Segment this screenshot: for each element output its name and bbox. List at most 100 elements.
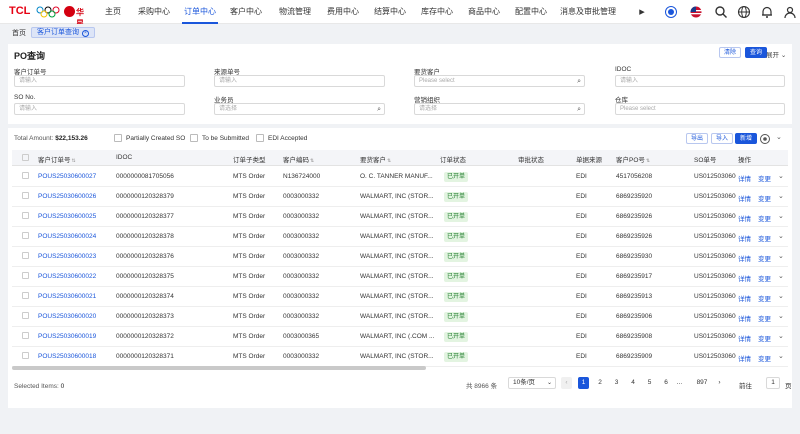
nav-item[interactable]: 结算中心: [370, 0, 410, 24]
bell-icon[interactable]: [760, 5, 774, 19]
prev-page-button[interactable]: ‹: [561, 377, 572, 389]
detail-link[interactable]: 详情: [738, 193, 751, 203]
order-number-link[interactable]: POUS25030600024: [38, 233, 96, 240]
table-header-cell[interactable]: IDOC: [116, 154, 132, 161]
logo-badge-icon[interactable]: [664, 5, 678, 19]
order-number-link[interactable]: POUS25030600022: [38, 273, 96, 280]
tab-po-query[interactable]: 客户订单查询 ×: [31, 27, 95, 38]
change-link[interactable]: 变更: [758, 173, 771, 183]
change-link[interactable]: 变更: [758, 353, 771, 363]
horizontal-scrollbar[interactable]: [12, 366, 426, 370]
nav-item[interactable]: 费用中心: [323, 0, 363, 24]
expand-row-icon[interactable]: ⌄: [778, 352, 784, 360]
change-link[interactable]: 变更: [758, 253, 771, 263]
order-number-link[interactable]: POUS25030600018: [38, 353, 96, 360]
order-number-link[interactable]: POUS25030600019: [38, 333, 96, 340]
row-checkbox[interactable]: [22, 192, 29, 199]
page-button[interactable]: 6: [661, 377, 672, 389]
sort-icon[interactable]: ⇅: [646, 158, 650, 164]
detail-link[interactable]: 详情: [738, 273, 751, 283]
expand-row-icon[interactable]: ⌄: [778, 172, 784, 180]
row-checkbox[interactable]: [22, 332, 29, 339]
row-checkbox[interactable]: [22, 292, 29, 299]
query-field-input[interactable]: 请输入: [14, 75, 185, 87]
change-link[interactable]: 变更: [758, 193, 771, 203]
change-link[interactable]: 变更: [758, 233, 771, 243]
to-be-submitted-checkbox[interactable]: [190, 134, 198, 142]
query-field-input[interactable]: 请选择 ⌕: [214, 103, 385, 115]
add-button[interactable]: 新增: [735, 133, 758, 144]
query-field-input[interactable]: 请输入: [14, 103, 185, 115]
expand-row-icon[interactable]: ⌄: [778, 292, 784, 300]
change-link[interactable]: 变更: [758, 293, 771, 303]
goto-page-input[interactable]: 1: [766, 377, 780, 389]
page-button[interactable]: 4: [628, 377, 639, 389]
order-number-link[interactable]: POUS25030600026: [38, 193, 96, 200]
search-icon[interactable]: [714, 5, 728, 19]
expand-row-icon[interactable]: ⌄: [778, 252, 784, 260]
pagination-ellipsis[interactable]: ...: [674, 377, 685, 389]
nav-more-icon[interactable]: ▸: [635, 5, 649, 19]
nav-item[interactable]: 物流管理: [275, 0, 315, 24]
nav-item[interactable]: 消息及审批管理: [558, 0, 618, 24]
nav-item[interactable]: 客户中心: [228, 0, 264, 24]
nav-item[interactable]: 采购中心: [134, 0, 174, 24]
nav-item[interactable]: 库存中心: [417, 0, 457, 24]
partial-created-checkbox[interactable]: [114, 134, 122, 142]
query-field-input[interactable]: 请选择 ⌕: [414, 103, 585, 115]
detail-link[interactable]: 详情: [738, 313, 751, 323]
close-icon[interactable]: ×: [82, 30, 89, 37]
detail-link[interactable]: 详情: [738, 173, 751, 183]
expand-row-icon[interactable]: ⌄: [778, 212, 784, 220]
detail-link[interactable]: 详情: [738, 253, 751, 263]
order-number-link[interactable]: POUS25030600023: [38, 253, 96, 260]
expand-row-icon[interactable]: ⌄: [778, 312, 784, 320]
expand-toggle[interactable]: 展开 ⌄: [766, 49, 786, 59]
select-all-checkbox[interactable]: [22, 154, 29, 161]
clear-button[interactable]: 清除: [719, 47, 742, 58]
row-checkbox[interactable]: [22, 252, 29, 259]
sort-icon[interactable]: ⇅: [310, 158, 314, 164]
settings-icon[interactable]: [759, 133, 771, 145]
query-field-input[interactable]: Please select: [615, 103, 785, 115]
detail-link[interactable]: 详情: [738, 293, 751, 303]
expand-row-icon[interactable]: ⌄: [778, 272, 784, 280]
next-page-button[interactable]: ›: [714, 377, 725, 389]
query-field-input[interactable]: Please select ⌕: [414, 75, 585, 87]
expand-row-icon[interactable]: ⌄: [778, 232, 784, 240]
nav-item[interactable]: 商品中心: [464, 0, 504, 24]
us-flag-icon[interactable]: [689, 5, 703, 19]
sort-icon[interactable]: ⇅: [72, 158, 76, 164]
change-link[interactable]: 变更: [758, 333, 771, 343]
table-header-cell[interactable]: 要货客户⇅: [360, 154, 391, 164]
last-page-button[interactable]: 897: [694, 377, 710, 389]
expand-row-icon[interactable]: ⌄: [778, 192, 784, 200]
row-checkbox[interactable]: [22, 312, 29, 319]
detail-link[interactable]: 详情: [738, 233, 751, 243]
query-field-input[interactable]: 请输入: [615, 75, 785, 87]
order-number-link[interactable]: POUS25030600027: [38, 173, 96, 180]
export-button[interactable]: 导出: [686, 133, 709, 144]
user-icon[interactable]: [783, 5, 797, 19]
sort-icon[interactable]: ⇅: [387, 158, 391, 164]
page-button[interactable]: 1: [578, 377, 589, 389]
globe-icon[interactable]: [737, 5, 751, 19]
table-header-cell[interactable]: 订单子类型: [233, 154, 266, 164]
order-number-link[interactable]: POUS25030600025: [38, 213, 96, 220]
page-button[interactable]: 3: [611, 377, 622, 389]
page-size-select[interactable]: 10条/页 ⌄: [508, 377, 556, 389]
change-link[interactable]: 变更: [758, 213, 771, 223]
table-header-cell[interactable]: 客户订单号⇅: [38, 154, 76, 164]
chevron-down-icon[interactable]: ⌄: [776, 133, 782, 141]
row-checkbox[interactable]: [22, 212, 29, 219]
table-header-cell[interactable]: 客户PO号⇅: [616, 154, 650, 164]
row-checkbox[interactable]: [22, 272, 29, 279]
detail-link[interactable]: 详情: [738, 353, 751, 363]
detail-link[interactable]: 详情: [738, 333, 751, 343]
row-checkbox[interactable]: [22, 232, 29, 239]
order-number-link[interactable]: POUS25030600020: [38, 313, 96, 320]
expand-row-icon[interactable]: ⌄: [778, 332, 784, 340]
page-button[interactable]: 5: [644, 377, 655, 389]
nav-item[interactable]: 订单中心: [182, 0, 218, 24]
change-link[interactable]: 变更: [758, 273, 771, 283]
